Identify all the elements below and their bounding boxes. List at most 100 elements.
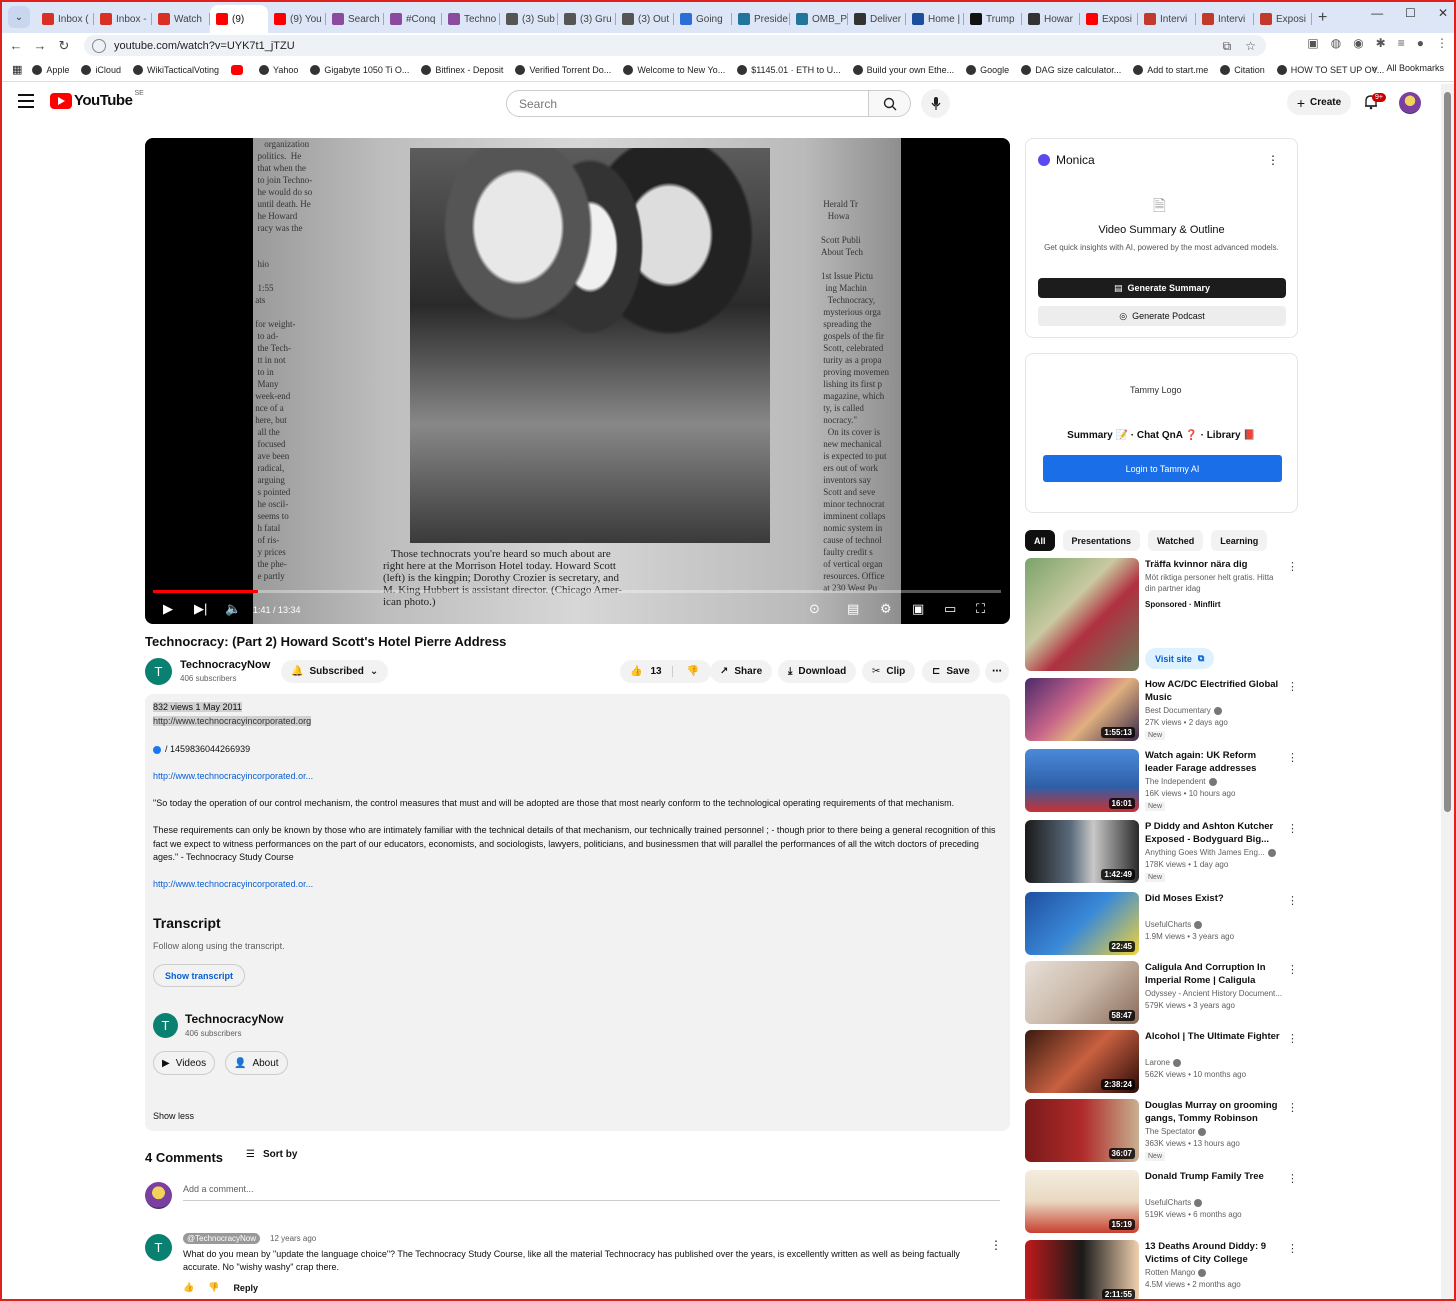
install-icon[interactable]: ⧉ [1223,39,1232,54]
tammy-nav[interactable]: Summary 📝 · Chat QnA ❓ · Library 📕 [1026,430,1297,441]
channel-name[interactable]: UsefulCharts [1145,920,1285,929]
more-options-icon[interactable]: ⋮ [1287,963,1298,976]
show-less-button[interactable]: Show less [153,1111,194,1121]
recommended-video[interactable]: 58:47 Caligula And Corruption In Imperial… [1025,961,1300,1024]
bookmark-item[interactable]: Gigabyte 1050 Ti O... [310,64,409,75]
menu-icon[interactable] [18,94,34,108]
channel-name[interactable]: UsefulCharts [1145,1198,1285,1207]
filter-chip[interactable]: All [1025,530,1055,551]
browser-tab[interactable]: (3) Out [616,5,674,33]
video-title[interactable]: Douglas Murray on grooming gangs, Tommy … [1145,1099,1285,1125]
browser-tab[interactable]: Howar [1022,5,1080,33]
browser-tab[interactable]: Deliver [848,5,906,33]
browser-tab[interactable]: Techno [442,5,500,33]
sponsored-ad[interactable]: Träffa kvinnor nära dig Möt riktiga perso… [1025,558,1300,671]
browser-tab[interactable]: Exposi [1254,5,1312,33]
channel-name[interactable]: TechnocracyNow [185,1012,283,1026]
recommended-video[interactable]: 15:19 Donald Trump Family Tree UsefulChart… [1025,1170,1300,1233]
recommended-video[interactable]: 16:01 Watch again: UK Reform leader Farag… [1025,749,1300,812]
video-title[interactable]: Träffa kvinnor nära dig [1145,558,1285,571]
channel-name[interactable]: Best Documentary [1145,706,1285,715]
generate-podcast-button[interactable]: ◎ Generate Podcast [1038,306,1286,326]
bookmark-item[interactable]: Yahoo [258,64,298,75]
video-thumbnail[interactable]: 36:07 [1025,1099,1139,1162]
about-button[interactable]: 👤 About [225,1051,288,1075]
video-title[interactable]: Caligula And Corruption In Imperial Rome… [1145,961,1285,987]
extension-icon[interactable]: ◉ [1353,36,1363,50]
show-transcript-button[interactable]: Show transcript [153,964,246,987]
video-title[interactable]: 13 Deaths Around Diddy: 9 Victims of Cit… [1145,1240,1285,1266]
filter-chip[interactable]: Presentations [1062,530,1141,551]
comment-dislike-icon[interactable]: 👎 [208,1282,219,1293]
sort-by-button[interactable]: ☰ Sort by [246,1149,297,1160]
bookmark-item[interactable]: Apple [32,64,69,75]
minimize-icon[interactable]: — [1371,6,1383,20]
browser-tab[interactable]: Preside [732,5,790,33]
browser-tab[interactable]: Exposi [1080,5,1138,33]
comment-more-icon[interactable]: ⋮ [990,1238,1002,1252]
recommended-video[interactable]: 2:11:55 13 Deaths Around Diddy: 9 Victims… [1025,1240,1300,1301]
next-icon[interactable]: ▶| [194,601,207,617]
scrollbar-thumb[interactable] [1444,92,1451,812]
visit-site-button[interactable]: Visit site ⧉ [1145,648,1215,669]
bookmark-star-icon[interactable]: ☆ [1245,39,1256,54]
description-link[interactable]: http://www.technocracyincorporated.or... [153,879,313,889]
dislike-button[interactable]: 👎 [679,666,711,677]
browser-tab[interactable]: (3) Gru [558,5,616,33]
video-thumbnail[interactable]: 1:55:13 [1025,678,1139,741]
filter-chip[interactable]: Learning [1211,530,1268,551]
bookmark-item[interactable]: iCloud [81,64,121,75]
settings-gear-icon[interactable]: ⚙ [880,601,892,617]
apps-grid-icon[interactable]: ▦ [12,63,22,76]
channel-name[interactable]: Odyssey - Ancient History Document... [1145,989,1285,998]
tammy-login-button[interactable]: Login to Tammy AI [1043,455,1282,482]
channel-avatar[interactable]: T [153,1013,178,1038]
channel-name[interactable]: Larone [1145,1058,1285,1067]
forward-icon[interactable]: → [28,38,52,53]
bookmark-item[interactable]: $1145.01 · ETH to U... [737,64,841,75]
browser-tab[interactable]: (9) You [268,5,326,33]
channel-name[interactable]: The Independent [1145,777,1285,786]
bookmark-item[interactable]: Citation [1220,64,1265,75]
autoplay-toggle-icon[interactable]: ⊙ [809,601,820,617]
channel-avatar[interactable]: T [145,658,172,685]
more-options-icon[interactable]: ⋮ [1287,1101,1298,1114]
address-bar[interactable]: youtube.com/watch?v=UYK7t1_jTZU ⧉ ☆ [84,35,1266,56]
generate-summary-button[interactable]: ▤ Generate Summary [1038,278,1286,298]
progress-bar[interactable] [153,590,1001,593]
create-button[interactable]: + Create [1287,90,1351,115]
browser-tab[interactable]: #Conq [384,5,442,33]
volume-icon[interactable]: 🔈 [225,601,241,617]
search-button[interactable] [868,90,911,117]
video-title[interactable]: Did Moses Exist? [1145,892,1285,905]
search-input[interactable]: Search [506,90,869,117]
video-title[interactable]: Donald Trump Family Tree [1145,1170,1285,1183]
video-title[interactable]: Watch again: UK Reform leader Farage add… [1145,749,1285,775]
description-link[interactable]: http://www.technocracyincorporated.org [153,716,312,726]
maximize-icon[interactable]: ☐ [1405,6,1416,20]
commenter-avatar[interactable]: T [145,1234,172,1261]
back-icon[interactable]: ← [4,38,28,53]
facebook-link[interactable]: / 1459836044266939 [153,744,250,754]
description-link[interactable]: http://www.technocracyincorporated.or... [153,771,313,781]
profile-icon[interactable]: ● [1417,36,1424,50]
subtitles-icon[interactable]: ▤ [847,601,859,617]
recommended-video[interactable]: 1:42:49 P Diddy and Ashton Kutcher Expose… [1025,820,1300,883]
new-tab-button[interactable]: + [1318,9,1327,27]
menu-kebab-icon[interactable]: ⋮ [1436,36,1448,50]
browser-tab[interactable]: Intervi [1138,5,1196,33]
comment-like-icon[interactable]: 👍 [183,1282,194,1293]
bookmark-item[interactable]: Verified Torrent Do... [515,64,611,75]
bookmark-item[interactable]: WikiTacticalVoting [132,64,219,75]
fullscreen-icon[interactable]: ⛶ [976,601,985,617]
video-title[interactable]: P Diddy and Ashton Kutcher Exposed - Bod… [1145,820,1285,846]
voice-search-button[interactable] [921,89,950,118]
video-player[interactable]: organization politics. He that when the … [145,138,1010,624]
video-thumbnail[interactable]: 1:42:49 [1025,820,1139,883]
browser-tab[interactable]: OMB_P [790,5,848,33]
close-window-icon[interactable]: ✕ [1438,6,1448,20]
add-comment-input[interactable]: Add a comment... [183,1184,1000,1201]
bookmark-item[interactable]: Welcome to New Yo... [623,64,725,75]
bookmark-item[interactable]: Add to start.me [1133,64,1208,75]
video-thumbnail[interactable]: 22:45 [1025,892,1139,955]
